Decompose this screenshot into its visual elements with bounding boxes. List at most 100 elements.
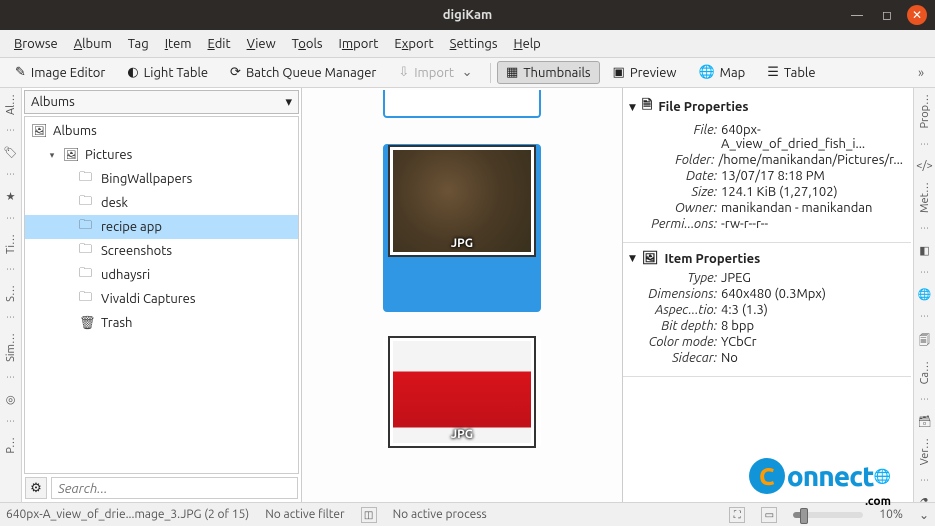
property-row: Sidecar:No <box>623 350 911 366</box>
right-tab-metadata[interactable]: Met… <box>919 182 931 213</box>
left-tab-strip: Al… ⋯ 🏷 ⋯ ★ ⋯ Ti… ⋯ S… ⋯ Sim… ⋯ ◎ ⋯ P… <box>0 88 22 502</box>
batch-queue-button[interactable]: ⟳ Batch Queue Manager <box>221 61 385 84</box>
image-editor-button[interactable]: ✎ Image Editor <box>6 61 114 84</box>
folder-icon: 🗀 <box>79 216 95 238</box>
left-tab-similar[interactable]: Sim… <box>5 333 17 362</box>
menu-edit[interactable]: Edit <box>202 34 237 54</box>
tree-item[interactable]: 🗀Screenshots <box>25 239 298 263</box>
menu-item[interactable]: Item <box>159 34 198 54</box>
watermark-logo: C onnect 🌐 .com <box>749 458 891 494</box>
filter-status-icon[interactable]: ◫ <box>361 507 377 523</box>
search-options-button[interactable]: ⚙ <box>25 477 47 499</box>
tree-item[interactable]: 🗑Trash <box>25 311 298 335</box>
right-tab-caption[interactable]: Ca… <box>919 361 931 384</box>
triangle-down-icon: ▼ <box>629 253 636 264</box>
caption-icon[interactable]: 🗐 <box>919 332 930 351</box>
tree-item[interactable]: 🗀udhaysri <box>25 263 298 287</box>
file-properties-header[interactable]: ▼ 🗎 File Properties <box>623 92 911 122</box>
menu-tag[interactable]: Tag <box>122 34 155 54</box>
left-tab-search[interactable]: S… <box>5 285 17 302</box>
picture-icon: 🖼 <box>642 251 659 266</box>
menubar: Browse Album Tag Item Edit View Tools Im… <box>0 30 935 58</box>
tree-pictures[interactable]: ▾ 🖼 Pictures <box>25 143 298 167</box>
right-tab-properties[interactable]: Prop… <box>919 94 931 129</box>
thumbnail-ext-label: JPG <box>451 428 473 441</box>
tree-item[interactable]: 🗀desk <box>25 191 298 215</box>
right-tab-versions[interactable]: Ver… <box>919 438 931 465</box>
property-row: Bit depth:8 bpp <box>623 318 911 334</box>
toolbar-overflow-button[interactable]: » <box>913 66 929 80</box>
properties-panel: ▼ 🗎 File Properties File:640px-A_view_of… <box>623 88 913 502</box>
file-icon: 🗎 <box>642 96 652 118</box>
tree-root[interactable]: 🖼 Albums <box>25 119 298 143</box>
property-row: Owner:manikandan - manikandan <box>623 200 911 216</box>
picture-icon: 🖼 <box>63 148 79 163</box>
left-tab-people[interactable]: P… <box>5 437 17 454</box>
chevron-down-icon[interactable]: ⌄ <box>919 508 929 522</box>
menu-browse[interactable]: Browse <box>8 34 64 54</box>
preview-view-button[interactable]: ▣ Preview <box>604 61 686 84</box>
collapse-icon[interactable]: ▾ <box>47 150 57 161</box>
table-icon: ☰ <box>767 65 779 80</box>
window-titlebar: digiKam — ◻ ✕ <box>0 0 935 30</box>
zoom-100-icon[interactable]: ▭ <box>761 507 777 523</box>
tree-item[interactable]: 🗀recipe app <box>25 215 298 239</box>
maximize-button[interactable]: ◻ <box>877 5 897 25</box>
zoom-fit-icon[interactable]: ⛶ <box>729 507 745 523</box>
thumbnail-item-selected[interactable]: JPG <box>383 144 541 312</box>
menu-import[interactable]: Import <box>333 34 385 54</box>
folder-icon: 🗀 <box>79 240 95 262</box>
menu-settings[interactable]: Settings <box>444 34 504 54</box>
code-icon[interactable]: </> <box>916 160 932 172</box>
folder-icon: 🗀 <box>79 168 95 190</box>
search-input[interactable] <box>51 477 298 499</box>
map-view-button[interactable]: 🌐 Map <box>689 61 754 84</box>
album-tree: 🖼 Albums ▾ 🖼 Pictures 🗀BingWallpapers🗀de… <box>24 116 299 474</box>
menu-album[interactable]: Album <box>68 34 118 54</box>
thumbnail-item[interactable]: JPG <box>383 338 541 446</box>
album-sidebar: Albums ▾ 🖼 Albums ▾ 🖼 Pictures 🗀BingWall… <box>22 88 302 502</box>
status-file: 640px-A_view_of_drie...mage_3.JPG (2 of … <box>6 508 249 521</box>
close-button[interactable]: ✕ <box>907 5 927 25</box>
albums-combo[interactable]: Albums ▾ <box>24 90 299 114</box>
property-row: Aspec...tio:4:3 (1.3) <box>623 302 911 318</box>
thumbnails-icon: ▦ <box>506 65 518 80</box>
tree-item[interactable]: 🗀Vivaldi Captures <box>25 287 298 311</box>
triangle-down-icon: ▼ <box>629 102 636 113</box>
status-bar: 640px-A_view_of_drie...mage_3.JPG (2 of … <box>0 502 935 526</box>
thumbnail-item[interactable] <box>383 90 541 118</box>
menu-view[interactable]: View <box>241 34 282 54</box>
zoom-slider[interactable] <box>793 512 863 518</box>
globe-icon[interactable]: 🌐 <box>918 288 932 301</box>
thumbnail-area[interactable]: JPG JPG <box>302 88 623 502</box>
thumbnail-image: JPG <box>390 147 534 255</box>
left-tab-albums[interactable]: Al… <box>5 94 17 115</box>
light-table-button[interactable]: ◐ Light Table <box>118 61 217 84</box>
menu-export[interactable]: Export <box>388 34 439 54</box>
property-row: Folder:/home/manikandan/Pictures/r... <box>623 152 911 168</box>
left-tab-timeline[interactable]: Ti… <box>5 234 17 254</box>
property-row: Color mode:YCbCr <box>623 334 911 350</box>
status-process: No active process <box>393 508 487 521</box>
menu-help[interactable]: Help <box>508 34 547 54</box>
property-row: Dimensions:640x480 (0.3Mpx) <box>623 286 911 302</box>
table-view-button[interactable]: ☰ Table <box>758 61 824 84</box>
tag-icon[interactable]: 🏷 <box>4 146 18 159</box>
chevron-down-icon: ⌄ <box>459 65 475 80</box>
thumbnails-view-button[interactable]: ▦ Thumbnails <box>497 61 600 84</box>
menu-tools[interactable]: Tools <box>286 34 329 54</box>
folder-icon: 🗀 <box>79 264 95 286</box>
batch-icon: ⟳ <box>230 65 241 80</box>
gear-icon: ⚙ <box>30 481 42 496</box>
globe-icon: 🌐 <box>698 65 714 80</box>
import-icon: ⇩ <box>398 65 409 80</box>
version-icon[interactable]: 🗃 <box>918 415 932 428</box>
light-table-icon: ◐ <box>127 65 138 80</box>
star-icon[interactable]: ★ <box>6 190 16 203</box>
item-properties-header[interactable]: ▼ 🖼 Item Properties <box>623 247 911 270</box>
minimize-button[interactable]: — <box>847 5 867 25</box>
target-icon[interactable]: ◎ <box>6 393 16 406</box>
toolbar-import-button[interactable]: ⇩ Import ⌄ <box>389 61 484 84</box>
color-icon[interactable]: ◧ <box>919 244 929 257</box>
tree-item[interactable]: 🗀BingWallpapers <box>25 167 298 191</box>
